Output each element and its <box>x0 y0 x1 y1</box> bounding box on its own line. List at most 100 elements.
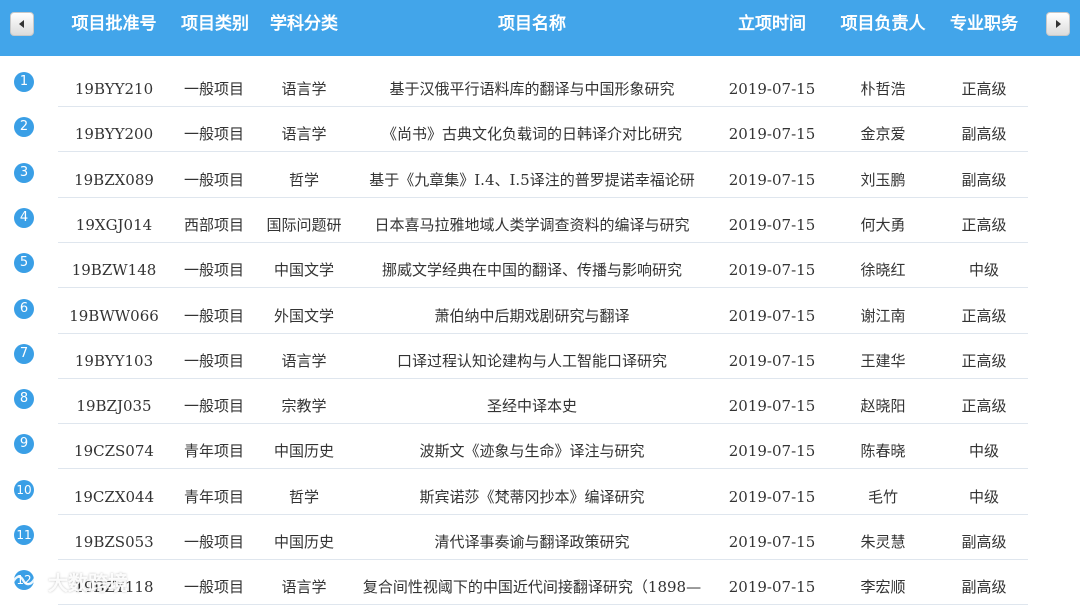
cell-type: 一般项目 <box>183 261 244 280</box>
cell-date: 2019-07-15 <box>728 578 816 597</box>
table-row[interactable]: 2 19BYY200 一般项目 语言学 《尚书》古典文化负载词的日韩译介对比研究 2019… <box>0 107 1080 153</box>
cell-id: 19CZS074 <box>74 442 154 461</box>
row-number-badge: 3 <box>14 162 34 183</box>
cell-title: 副高级 <box>961 533 1007 551</box>
cell-title: 副高级 <box>961 170 1007 189</box>
cell-id: 19BZS053 <box>74 533 154 551</box>
header-name[interactable]: 项目名称 <box>350 0 714 48</box>
cell-name: 斯宾诺莎《梵蒂冈抄本》编译研究 <box>419 487 645 506</box>
cell-subject: 语言学 <box>281 351 327 370</box>
row-number-badge: 7 <box>14 343 34 364</box>
cell-date: 2019-07-15 <box>728 533 816 551</box>
watermark: 大数跨境 <box>8 566 128 596</box>
row-number-badge: 5 <box>14 253 34 274</box>
cell-id: 19XGJ014 <box>75 215 153 234</box>
cell-leader: 刘玉鹏 <box>860 170 906 189</box>
cell-name: 波斯文《迹象与生命》译注与研究 <box>419 442 645 461</box>
header-title[interactable]: 专业职务 <box>938 0 1030 48</box>
table-row[interactable]: 5 19BZW148 一般项目 中国文学 挪威文学经典在中国的翻译、传播与影响研究 201… <box>0 243 1080 289</box>
cell-leader: 何大勇 <box>860 215 906 234</box>
table-row[interactable]: 12 19BZY118 一般项目 语言学 复合间性视阈下的中国近代间接翻译研究（1898… <box>0 560 1080 605</box>
cell-subject: 哲学 <box>288 487 319 506</box>
cell-date: 2019-07-15 <box>728 351 816 370</box>
cell-leader: 李宏顺 <box>860 578 906 597</box>
cell-date: 2019-07-15 <box>728 125 816 144</box>
cell-id: 19CZX044 <box>73 487 155 506</box>
table-row[interactable]: 11 19BZS053 一般项目 中国历史 清代译事奏谕与翻译政策研究 2019-07-1… <box>0 515 1080 560</box>
cell-date: 2019-07-15 <box>728 397 816 416</box>
header-subject[interactable]: 学科分类 <box>262 0 346 48</box>
cell-date: 2019-07-15 <box>728 170 816 189</box>
table-row[interactable]: 3 19BZX089 一般项目 哲学 基于《九章集》I.4、I.5译注的普罗提诺幸福论研… <box>0 153 1080 198</box>
prev-button[interactable] <box>10 12 34 36</box>
cell-name: 基于汉俄平行语料库的翻译与中国形象研究 <box>389 80 675 98</box>
brand-logo-icon <box>9 573 39 590</box>
cell-name: 复合间性视阈下的中国近代间接翻译研究（1898— <box>362 578 702 597</box>
cell-title: 正高级 <box>961 397 1007 416</box>
cell-title: 正高级 <box>961 306 1007 325</box>
cell-subject: 中国历史 <box>273 533 334 551</box>
cell-subject: 语言学 <box>281 125 327 144</box>
table-row[interactable]: 10 19CZX044 青年项目 哲学 斯宾诺莎《梵蒂冈抄本》编译研究 2019-07-1… <box>0 470 1080 515</box>
cell-id: 19BZJ035 <box>76 397 152 416</box>
row-number-badge: 2 <box>14 117 34 138</box>
cell-name: 萧伯纳中后期戏剧研究与翻译 <box>434 306 630 325</box>
cell-leader: 陈春晓 <box>860 442 906 461</box>
next-button[interactable] <box>1046 12 1070 36</box>
chevron-left-icon <box>19 20 24 28</box>
cell-id: 19BZW148 <box>71 261 157 280</box>
cell-name: 清代译事奏谕与翻译政策研究 <box>434 533 630 551</box>
cell-subject: 中国文学 <box>273 261 334 280</box>
table-row[interactable]: 4 19XGJ014 西部项目 国际问题研 日本喜马拉雅地域人类学调查资料的编译与研究 2… <box>0 198 1080 243</box>
row-number-badge: 6 <box>14 298 34 319</box>
cell-leader: 王建华 <box>860 351 906 370</box>
cell-id: 19BWW066 <box>69 306 159 325</box>
cell-leader: 徐晓红 <box>860 261 906 280</box>
table-row[interactable]: 9 19CZS074 青年项目 中国历史 波斯文《迹象与生命》译注与研究 2019-07-… <box>0 424 1080 470</box>
cell-subject: 中国历史 <box>273 442 334 461</box>
cell-date: 2019-07-15 <box>728 487 816 506</box>
table-row[interactable]: 7 19BYY103 一般项目 语言学 口译过程认知论建构与人工智能口译研究 2019-0… <box>0 334 1080 379</box>
cell-subject: 语言学 <box>281 80 327 98</box>
cell-type: 一般项目 <box>183 578 244 597</box>
cell-leader: 毛竹 <box>867 487 898 506</box>
cell-type: 青年项目 <box>183 487 244 506</box>
cell-id: 19BYY210 <box>74 80 154 98</box>
cell-type: 一般项目 <box>183 80 244 98</box>
row-number-badge: 4 <box>14 207 34 228</box>
cell-date: 2019-07-15 <box>728 215 816 234</box>
table-row[interactable]: 6 19BWW066 一般项目 外国文学 萧伯纳中后期戏剧研究与翻译 2019-07-15… <box>0 289 1080 334</box>
cell-date: 2019-07-15 <box>728 306 816 325</box>
cell-subject: 宗教学 <box>281 397 327 416</box>
cell-subject: 语言学 <box>281 578 327 597</box>
cell-name: 口译过程认知论建构与人工智能口译研究 <box>396 351 667 370</box>
cell-name: 《尚书》古典文化负载词的日韩译介对比研究 <box>381 125 682 144</box>
cell-title: 中级 <box>968 487 999 506</box>
cell-leader: 金京爱 <box>860 125 906 144</box>
row-number-badge: 1 <box>14 72 34 92</box>
cell-leader: 朴哲浩 <box>860 80 906 98</box>
header-type[interactable]: 项目类别 <box>172 0 258 48</box>
cell-type: 一般项目 <box>183 306 244 325</box>
table-row[interactable]: 1 19BYY210 一般项目 语言学 基于汉俄平行语料库的翻译与中国形象研究 2019-… <box>0 62 1080 107</box>
cell-title: 副高级 <box>961 578 1007 597</box>
cell-name: 日本喜马拉雅地域人类学调查资料的编译与研究 <box>374 215 690 234</box>
table-header: 项目批准号 项目类别 学科分类 项目名称 立项时间 项目负责人 专业职务 <box>0 0 1080 56</box>
watermark-text: 大数跨境 <box>48 570 128 595</box>
cell-type: 一般项目 <box>183 170 244 189</box>
row-number-badge: 10 <box>14 479 34 500</box>
header-id[interactable]: 项目批准号 <box>60 0 168 48</box>
header-leader[interactable]: 项目负责人 <box>832 0 934 48</box>
cell-subject: 外国文学 <box>273 306 334 325</box>
cell-name: 基于《九章集》I.4、I.5译注的普罗提诺幸福论研 <box>369 170 695 189</box>
cell-title: 正高级 <box>961 80 1007 98</box>
row-number-badge: 8 <box>14 389 34 410</box>
cell-subject: 哲学 <box>288 170 319 189</box>
cell-type: 一般项目 <box>183 125 244 144</box>
cell-title: 中级 <box>968 261 999 280</box>
cell-id: 19BYY200 <box>74 125 154 144</box>
cell-name: 圣经中译本史 <box>486 397 577 416</box>
cell-leader: 赵晓阳 <box>860 397 906 416</box>
header-date[interactable]: 立项时间 <box>716 0 828 48</box>
table-row[interactable]: 8 19BZJ035 一般项目 宗教学 圣经中译本史 2019-07-15 赵晓阳 正高级 <box>0 379 1080 425</box>
